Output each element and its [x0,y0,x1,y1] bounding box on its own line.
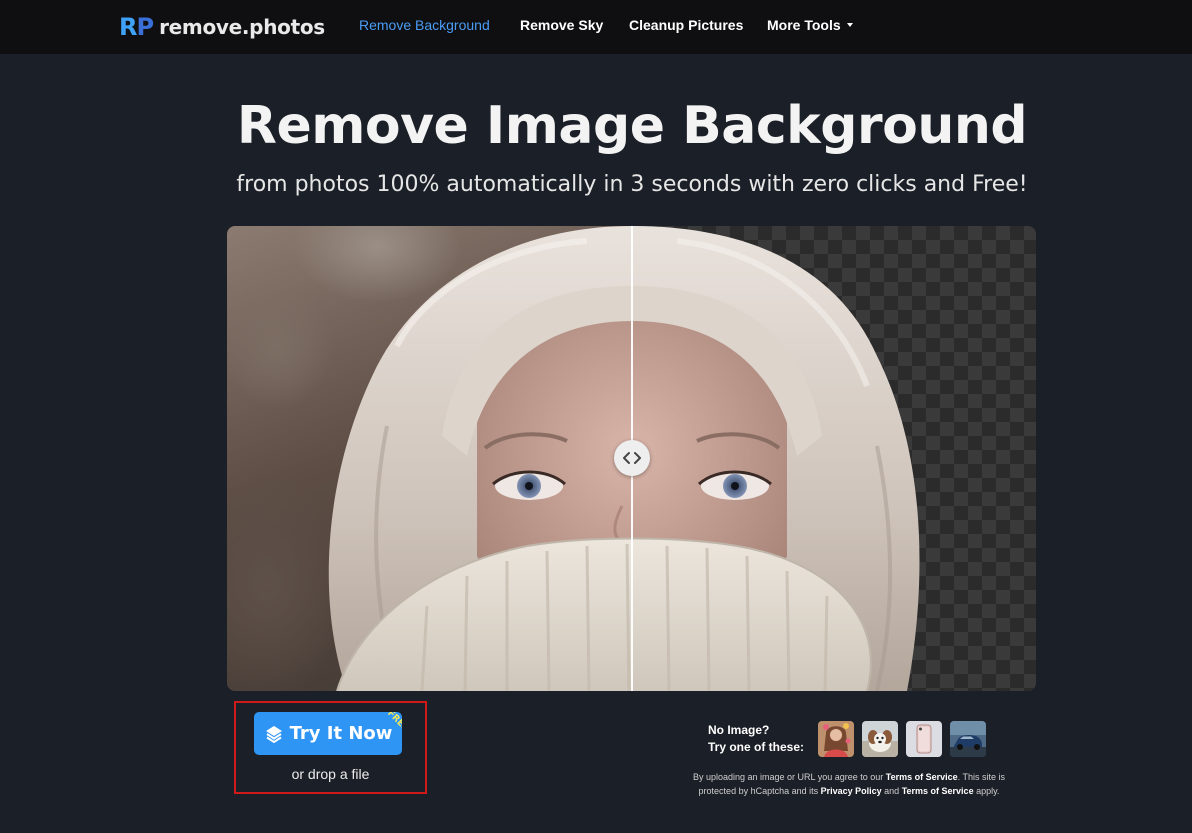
nav-remove-sky[interactable]: Remove Sky [520,17,603,33]
nav-more-tools-label: More Tools [767,17,841,33]
try-it-now-label: Try It Now [289,723,393,744]
sample-image-dog[interactable] [862,721,898,757]
logo-mark: RP [119,13,154,41]
sample-phone-thumbnail [906,721,942,757]
sample-dog-thumbnail [862,721,898,757]
privacy-policy-link[interactable]: Privacy Policy [821,786,882,796]
logo[interactable]: RP remove.photos [119,12,325,42]
sample-image-car[interactable] [950,721,986,757]
sample-woman-thumbnail [818,721,854,757]
sample-image-phone[interactable] [906,721,942,757]
sample-prompt-line1: No Image? [708,723,770,737]
top-nav: RP remove.photos Remove Background Remov… [0,0,1192,54]
nav-cleanup-pictures[interactable]: Cleanup Pictures [629,17,743,33]
logo-text: remove.photos [159,15,325,39]
slider-handle[interactable] [614,440,650,476]
sample-prompt: No Image? Try one of these: [708,722,804,756]
sample-car-thumbnail [950,721,986,757]
nav-more-tools[interactable]: More Tools [767,17,853,33]
terms-text-4: apply. [973,786,1000,796]
chevron-down-icon [846,23,853,28]
try-it-now-button[interactable]: Try It Now FREE [254,712,402,755]
sample-thumbnails [818,721,986,757]
upload-layers-icon [265,725,282,743]
page-subtitle: from photos 100% automatically in 3 seco… [236,172,1028,197]
nav-remove-background[interactable]: Remove Background [359,17,490,33]
drop-file-hint: or drop a file [291,766,370,782]
page-title: Remove Image Background [236,96,1028,156]
terms-notice: By uploading an image or URL you agree t… [684,770,1014,798]
terms-of-service-link-2[interactable]: Terms of Service [902,786,974,796]
chevron-left-right-icon [623,452,641,464]
sample-prompt-line2: Try one of these: [708,740,805,754]
sample-image-woman[interactable] [818,721,854,757]
before-after-slider[interactable] [227,226,1036,691]
terms-text-3: and [881,786,902,796]
terms-text-1: By uploading an image or URL you agree t… [692,772,886,782]
terms-of-service-link[interactable]: Terms of Service [886,772,958,782]
